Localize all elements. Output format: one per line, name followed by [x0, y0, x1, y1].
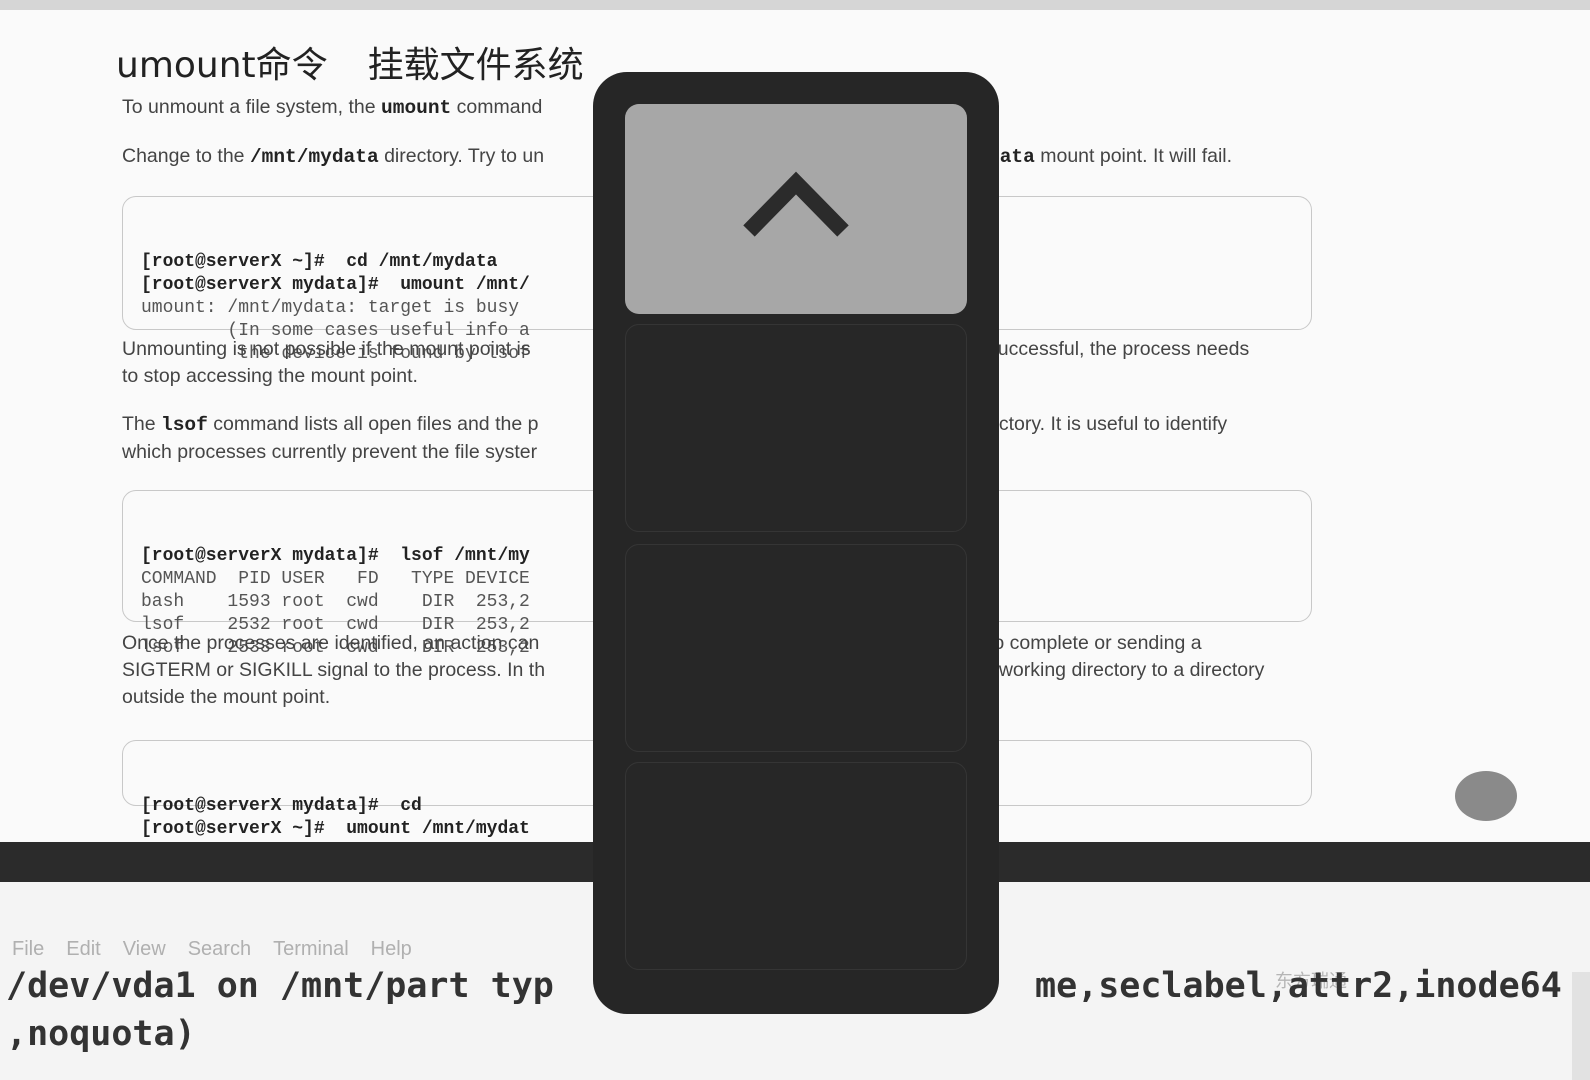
terminal-output-line-right: me,seclabel,attr2,inode64	[1035, 966, 1562, 1006]
text: outside the mount point.	[122, 686, 331, 708]
text: command lists all open files and the p	[207, 413, 539, 435]
overlay-panel-slot[interactable]	[625, 762, 967, 970]
paragraph-lsof-right: ectory. It is useful to identify	[988, 413, 1228, 435]
slide-title-description: 挂载文件系统	[367, 45, 584, 86]
text: Change to the	[122, 145, 250, 167]
inline-code: /mnt/mydata	[249, 146, 379, 168]
chevron-up-icon	[743, 171, 849, 237]
text: to complete or sending a	[988, 632, 1202, 654]
text: The	[122, 413, 162, 435]
text: directory. Try to un	[378, 145, 545, 167]
top-strip	[0, 0, 1590, 10]
paragraph-change-dir-right: data mount point. It will fail.	[988, 143, 1232, 171]
terminal-menubar: File Edit View Search Terminal Help	[12, 938, 412, 961]
menu-terminal[interactable]: Terminal	[273, 938, 349, 961]
paragraph-unmount-busy-right: successful, the process needs	[988, 338, 1250, 360]
cursor-highlight	[1455, 771, 1517, 821]
slide-title: umount命令 挂载文件系统	[116, 36, 624, 88]
menu-help[interactable]: Help	[371, 938, 412, 961]
terminal-scrollbar[interactable]	[1572, 972, 1590, 1080]
text: Once the processes are identified, an ac…	[122, 632, 540, 654]
text: t working directory to a directory	[988, 659, 1265, 681]
terminal-output-line-left: /dev/vda1 on /mnt/part typ	[6, 966, 554, 1006]
menu-view[interactable]: View	[123, 938, 166, 961]
text: SIGTERM or SIGKILL signal to the process…	[122, 659, 546, 681]
menu-file[interactable]: File	[12, 938, 44, 961]
inline-code: umount	[381, 97, 452, 119]
scroll-up-button[interactable]	[625, 104, 967, 314]
text: Unmounting is not possible if the mount …	[122, 338, 531, 360]
terminal-output-line-2: ,noquota)	[6, 1014, 196, 1054]
text: which processes currently prevent the fi…	[122, 441, 538, 463]
menu-edit[interactable]: Edit	[66, 938, 100, 961]
text: mount point. It will fail.	[1034, 145, 1233, 167]
paragraph-processes-right: to complete or sending a t working direct…	[988, 630, 1264, 684]
menu-search[interactable]: Search	[188, 938, 251, 961]
scroll-overlay-panel	[593, 72, 999, 1014]
slide-title-command: umount命令	[116, 45, 328, 86]
inline-code: lsof	[161, 414, 208, 436]
text: command	[451, 96, 543, 118]
text: To unmount a file system, the	[122, 96, 382, 118]
overlay-panel-slot[interactable]	[625, 544, 967, 752]
text: to stop accessing the mount point.	[122, 365, 418, 387]
overlay-panel-slot[interactable]	[625, 324, 967, 532]
